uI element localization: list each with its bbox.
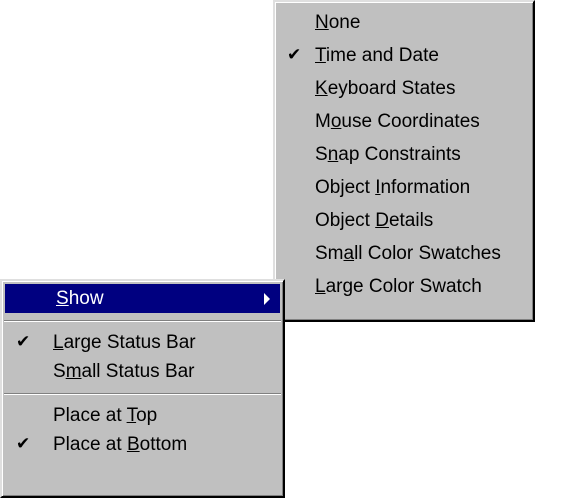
show-submenu: None ✔ Time and Date Keyboard States Mou… bbox=[273, 0, 535, 322]
menu-item-label: Place at Top bbox=[53, 405, 158, 426]
menu-item-label: None bbox=[315, 12, 361, 33]
menu-item-mouse-coordinates[interactable]: Mouse Coordinates bbox=[275, 105, 533, 138]
status-bar-context-menu: Show ✔ Large Status Bar Small Status Bar… bbox=[0, 279, 285, 498]
menu-item-large-status-bar[interactable]: ✔ Large Status Bar bbox=[2, 328, 283, 357]
menu-item-label: Small Color Swatches bbox=[315, 243, 501, 264]
checkmark-icon: ✔ bbox=[16, 332, 31, 352]
menu-item-object-information[interactable]: Object Information bbox=[275, 171, 533, 204]
menu-item-label: Object Details bbox=[315, 210, 434, 231]
menu-item-label: Small Status Bar bbox=[53, 361, 195, 382]
menu-item-large-color-swatch[interactable]: Large Color Swatch bbox=[275, 270, 533, 303]
menu-item-place-at-top[interactable]: Place at Top bbox=[2, 401, 283, 430]
menu-item-label: Show bbox=[56, 288, 104, 309]
menu-item-snap-constraints[interactable]: Snap Constraints bbox=[275, 138, 533, 171]
menu-separator bbox=[4, 393, 281, 395]
menu-item-label: Object Information bbox=[315, 177, 471, 198]
menu-item-keyboard-states[interactable]: Keyboard States bbox=[275, 72, 533, 105]
menu-item-small-color-swatches[interactable]: Small Color Swatches bbox=[275, 237, 533, 270]
menu-item-label: Keyboard States bbox=[315, 78, 456, 99]
checkmark-icon: ✔ bbox=[287, 45, 302, 65]
checkmark-icon: ✔ bbox=[16, 434, 31, 454]
menu-item-place-at-bottom[interactable]: ✔ Place at Bottom bbox=[2, 430, 283, 459]
menu-item-label: Large Status Bar bbox=[53, 332, 196, 353]
menu-item-label: Snap Constraints bbox=[315, 144, 461, 165]
menu-item-object-details[interactable]: Object Details bbox=[275, 204, 533, 237]
menu-item-show[interactable]: Show bbox=[5, 284, 280, 313]
menu-item-none[interactable]: None bbox=[275, 6, 533, 39]
menu-item-label: Mouse Coordinates bbox=[315, 111, 480, 132]
menu-separator bbox=[4, 320, 281, 322]
menu-item-label: Large Color Swatch bbox=[315, 276, 482, 297]
menu-item-small-status-bar[interactable]: Small Status Bar bbox=[2, 357, 283, 386]
menu-item-label: Time and Date bbox=[315, 45, 439, 66]
menu-item-time-and-date[interactable]: ✔ Time and Date bbox=[275, 39, 533, 72]
submenu-arrow-icon bbox=[264, 293, 270, 305]
menu-item-label: Place at Bottom bbox=[53, 434, 188, 455]
